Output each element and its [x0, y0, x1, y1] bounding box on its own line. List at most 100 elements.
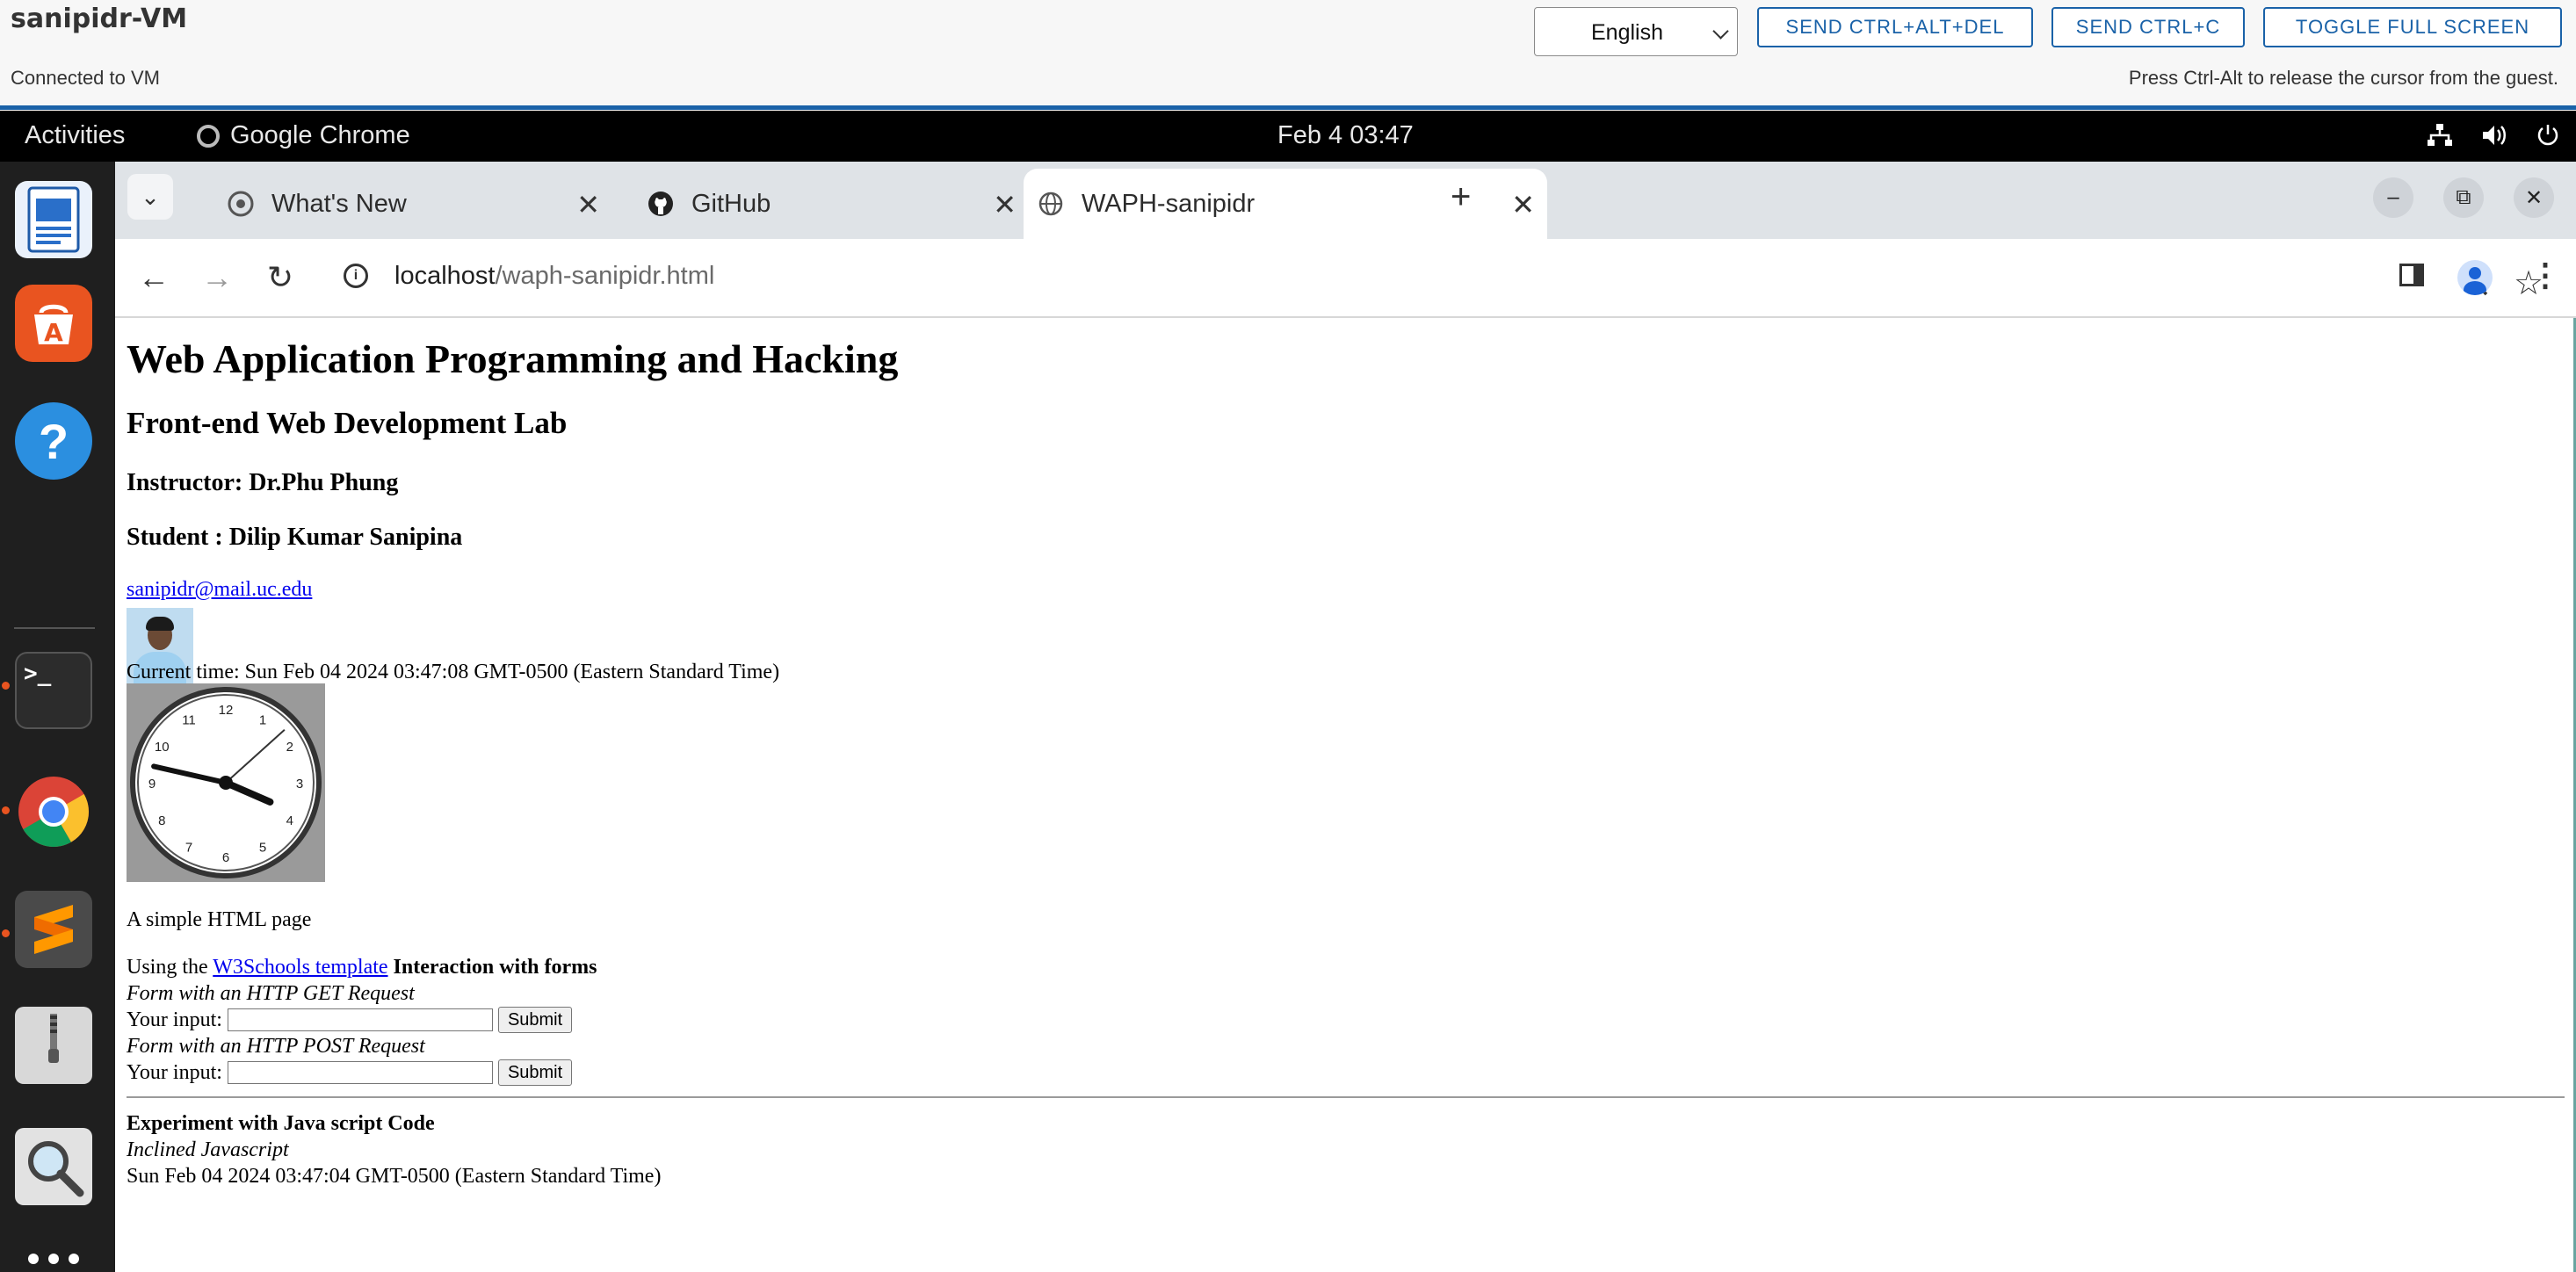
app-menu-label: Google Chrome	[230, 121, 410, 149]
tab-github[interactable]: GitHub ✕	[616, 169, 1029, 239]
guest-desktop[interactable]: Activities Google Chrome Feb 4 03:47 A ?	[0, 111, 2576, 1272]
running-indicator	[2, 682, 10, 690]
back-arrow-icon[interactable]: ←	[134, 258, 173, 297]
send-ctrl-alt-del-button[interactable]: SEND CTRL+ALT+DEL	[1757, 7, 2033, 47]
restore-icon[interactable]: ⧉	[2443, 177, 2484, 218]
forward-arrow-icon[interactable]: →	[198, 258, 236, 297]
post-submit-button[interactable]: Submit	[497, 1059, 573, 1086]
header-divider	[0, 105, 2576, 110]
clock-number: 8	[158, 813, 165, 828]
send-ctrl-c-button[interactable]: SEND CTRL+C	[2051, 7, 2245, 47]
tab-whats-new[interactable]: What's New ✕	[199, 169, 612, 239]
archive-manager-icon[interactable]	[15, 1007, 92, 1084]
address-bar[interactable]: i localhost/waph-sanipidr.html ☆	[326, 248, 2543, 307]
clock-number: 3	[296, 777, 303, 791]
web-page-content: Web Application Programming and Hacking …	[115, 318, 2576, 1272]
minimize-icon[interactable]: –	[2373, 177, 2413, 218]
url-path: /waph-sanipidr.html	[495, 262, 715, 290]
clock-center	[219, 776, 233, 790]
chrome-window: ⌄ What's New ✕ GitHub ✕ WAPH-sanipidr ✕ …	[115, 162, 2576, 1272]
language-select-value: English	[1591, 20, 1663, 45]
side-panel-icon[interactable]	[2399, 264, 2424, 286]
using-template-line: Using the W3Schools template Interaction…	[127, 956, 597, 979]
toggle-fullscreen-button[interactable]: TOGGLE FULL SCREEN	[2263, 7, 2562, 47]
clock-number: 7	[185, 841, 192, 856]
top-bar-clock[interactable]: Feb 4 03:47	[1277, 121, 1414, 150]
power-icon[interactable]	[2536, 123, 2560, 154]
tab-title: GitHub	[691, 189, 771, 218]
experiment-heading: Experiment with Java script Code	[127, 1112, 435, 1135]
kebab-menu-icon[interactable]: ⋮	[2529, 257, 2561, 293]
input-label: Your input:	[127, 1060, 222, 1084]
url-text[interactable]: localhost/waph-sanipidr.html	[394, 262, 714, 291]
system-tray[interactable]	[2427, 123, 2560, 154]
tab-title: What's New	[271, 189, 407, 218]
app-center-icon[interactable]: A	[15, 285, 92, 362]
post-form-title: Form with an HTTP POST Request	[127, 1035, 425, 1058]
ubuntu-dock: A ? >_	[0, 162, 114, 1272]
running-indicator	[2, 929, 10, 937]
page-subtitle: Front-end Web Development Lab	[127, 406, 568, 440]
vm-connection-status: Connected to VM	[11, 67, 160, 89]
vm-console-header: sanipidr-VM Connected to VM English SEND…	[0, 0, 2576, 110]
post-input-field[interactable]	[227, 1061, 493, 1084]
input-label: Your input:	[127, 1008, 222, 1031]
tab-search-button[interactable]: ⌄	[127, 174, 173, 220]
gnome-top-bar: Activities Google Chrome Feb 4 03:47	[0, 111, 2576, 162]
js-date-output: Sun Feb 04 2024 03:47:04 GMT-0500 (Easte…	[127, 1165, 662, 1188]
email-link[interactable]: sanipidr@mail.uc.edu	[127, 578, 312, 602]
clock-number: 5	[259, 841, 266, 856]
close-window-icon[interactable]: ✕	[2514, 177, 2554, 218]
get-submit-button[interactable]: Submit	[497, 1007, 573, 1033]
sublime-text-icon[interactable]	[15, 891, 92, 968]
clock-number: 10	[155, 740, 170, 755]
instructor-heading: Instructor: Dr.Phu Phung	[127, 469, 399, 496]
student-heading: Student : Dilip Kumar Sanipina	[127, 524, 463, 551]
clock-number: 6	[222, 850, 229, 865]
get-form-title: Form with an HTTP GET Request	[127, 982, 415, 1005]
chrome-icon	[197, 124, 220, 148]
terminal-icon[interactable]: >_	[15, 652, 92, 729]
profile-avatar[interactable]	[2457, 260, 2493, 295]
clock-number: 9	[148, 777, 156, 791]
w3schools-link[interactable]: W3Schools template	[213, 956, 387, 979]
show-apps-icon[interactable]	[15, 1240, 92, 1272]
site-info-icon[interactable]: i	[344, 264, 368, 288]
network-icon[interactable]	[2427, 123, 2453, 154]
tab-strip: ⌄ What's New ✕ GitHub ✕ WAPH-sanipidr ✕ …	[115, 162, 2576, 239]
volume-icon[interactable]	[2481, 123, 2507, 154]
activities-button[interactable]: Activities	[25, 121, 125, 150]
get-input-field[interactable]	[227, 1008, 493, 1031]
horizontal-rule	[127, 1096, 2565, 1098]
libreoffice-writer-icon[interactable]	[15, 181, 92, 258]
chrome-icon[interactable]	[15, 773, 92, 850]
clock-number: 11	[182, 712, 196, 727]
clock-number: 1	[259, 712, 266, 727]
dock-separator	[14, 627, 95, 629]
svg-text:A: A	[44, 318, 63, 347]
inclined-js-label: Inclined Javascript	[127, 1138, 289, 1161]
reload-icon[interactable]: ↻	[261, 258, 300, 297]
running-indicator	[2, 806, 10, 814]
new-tab-button[interactable]: +	[1451, 177, 1471, 217]
language-select[interactable]: English	[1534, 7, 1738, 56]
close-icon[interactable]: ✕	[576, 188, 600, 221]
globe-icon	[1038, 191, 1064, 217]
help-icon[interactable]: ?	[15, 402, 92, 480]
url-host: localhost	[394, 262, 496, 290]
analog-clock: 12 1 2 3 4 5 6 7 8 9 10 11	[127, 683, 325, 882]
app-menu[interactable]: Google Chrome	[197, 121, 410, 150]
chevron-down-icon	[1712, 23, 1729, 40]
chrome-icon	[228, 191, 254, 217]
browser-toolbar: ← → ↻ i localhost/waph-sanipidr.html ☆ ⋮	[115, 239, 2576, 318]
get-form: Your input: Submit	[127, 1007, 573, 1033]
clock-number: 4	[286, 813, 293, 828]
page-title: Web Application Programming and Hacking	[127, 336, 899, 381]
tab-title: WAPH-sanipidr	[1082, 189, 1255, 218]
image-viewer-icon[interactable]	[15, 1128, 92, 1205]
post-form: Your input: Submit	[127, 1059, 573, 1086]
close-icon[interactable]: ✕	[1511, 188, 1535, 221]
vm-title: sanipidr-VM	[11, 4, 188, 34]
interaction-heading: Interaction with forms	[393, 956, 597, 979]
close-icon[interactable]: ✕	[993, 188, 1017, 221]
